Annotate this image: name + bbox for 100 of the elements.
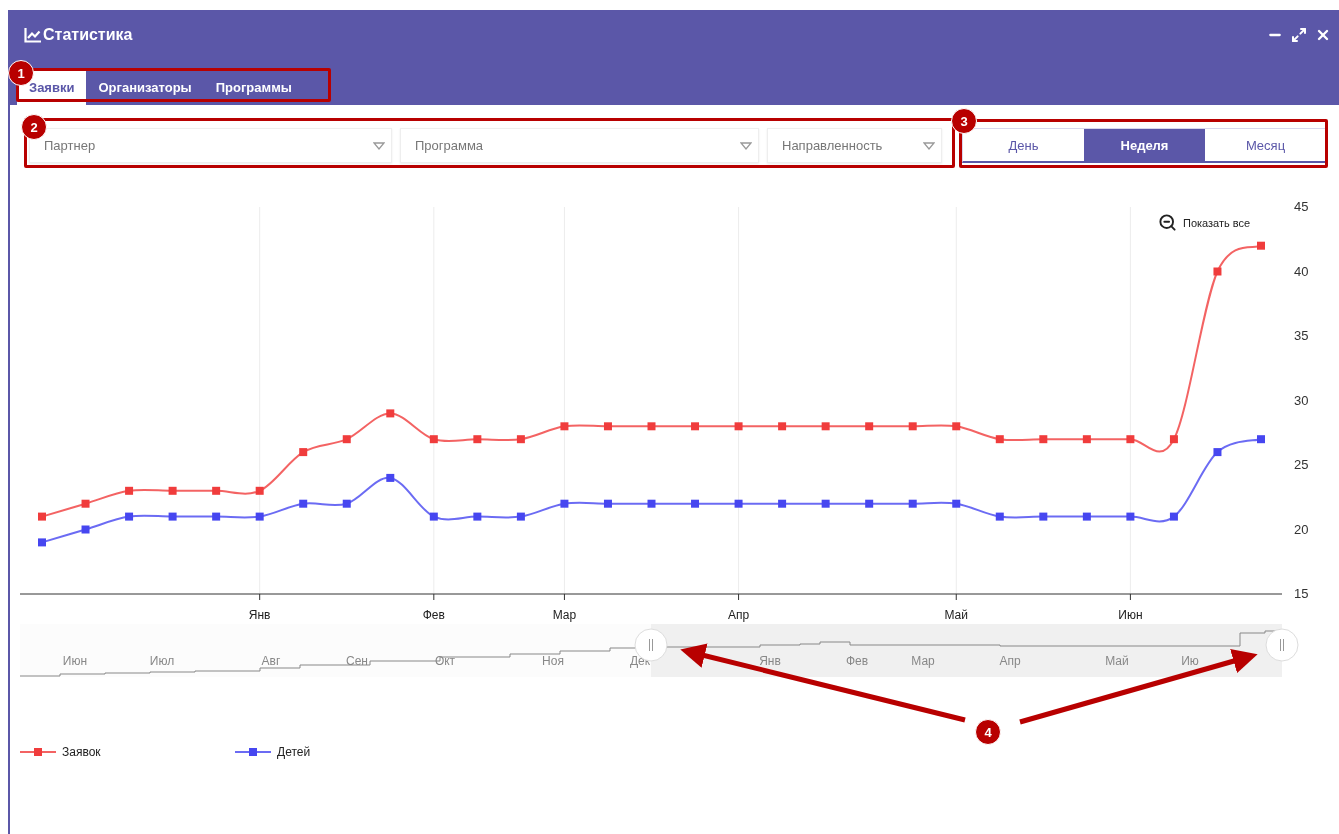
reset-zoom-button[interactable]: Показать все [1159,214,1251,231]
data-point [1082,435,1091,444]
data-point [81,499,90,508]
data-point [691,499,700,508]
dropdown-field[interactable]: Направленность [767,128,942,163]
data-point [952,499,961,508]
x-axis-label: Апр [728,608,750,622]
range-handle[interactable] [1265,628,1299,662]
navigator-label: Окт [434,654,456,668]
navigator-selection[interactable] [651,624,1282,677]
data-point [1039,512,1048,521]
y-axis-label: 15 [1294,586,1309,601]
data-point [125,486,134,495]
navigator-label: Авг [261,654,281,668]
data-point [865,499,874,508]
navigator-label: Ноя [542,654,564,668]
x-axis-label: Май [944,608,968,622]
tab[interactable]: Организаторы [86,70,204,105]
dropdown-arrow-icon[interactable] [373,141,385,150]
zoom-out-icon[interactable] [1158,213,1177,232]
callout-badge: 3 [951,108,977,134]
data-point [1126,435,1135,444]
navigator-label: Июн [62,654,88,668]
data-point [995,435,1004,444]
data-point [168,486,177,495]
data-point [212,486,221,495]
navigator-label: Фев [845,654,869,668]
data-point [516,512,525,521]
data-point [386,473,395,482]
y-axis-label: 45 [1294,199,1309,214]
y-axis-label: 25 [1294,457,1309,472]
y-axis-label: 35 [1294,328,1309,343]
data-point [1213,448,1222,457]
data-point [255,486,264,495]
data-point [952,422,961,431]
data-point [386,409,395,418]
callout-badge: 4 [975,719,1001,745]
data-point [125,512,134,521]
navigator-label: Май [1105,654,1129,668]
data-point [255,512,264,521]
navigator-label: Ию [1181,654,1199,668]
data-point [560,422,569,431]
data-point [647,499,656,508]
line-chart-icon [24,27,41,43]
callout-badge: 2 [21,114,47,140]
data-point [560,499,569,508]
data-point [473,512,482,521]
dropdown-arrow-icon[interactable] [740,141,752,150]
data-point [342,499,351,508]
data-point [38,538,46,547]
data-point [1126,512,1135,521]
reset-zoom-label[interactable]: Показать все [1183,216,1251,229]
data-point [342,435,351,444]
navigator-label: Апр [999,654,1021,668]
x-axis-label: Янв [248,608,271,622]
data-point [603,422,612,431]
data-point [734,499,743,508]
navigator-label: Июл [149,654,175,668]
y-axis-label: 30 [1294,392,1309,408]
data-point [473,435,482,444]
data-point [821,499,830,508]
data-point [908,499,917,508]
y-axis-label: 40 [1294,263,1309,279]
window-title: Статистика [43,26,134,45]
x-axis-label: Мар [552,608,577,622]
data-point [821,422,830,431]
data-point [778,422,787,431]
data-point [1169,512,1178,521]
data-point [647,422,656,431]
data-point [1213,267,1222,276]
data-point [908,422,917,431]
data-point [81,525,90,534]
data-point [299,499,308,508]
tab[interactable]: Программы [203,70,304,105]
data-point [429,435,438,444]
period-button[interactable]: Неделя [1084,129,1205,161]
data-point [38,512,46,521]
data-point [1257,435,1265,444]
navigator-label: Янв [759,654,781,668]
data-point [1169,435,1178,444]
data-point [212,512,221,521]
data-point [429,512,438,521]
navigator-label: Сен [346,654,368,668]
data-point [168,512,177,521]
data-point [995,512,1004,521]
data-point [1257,241,1265,250]
legend-label[interactable]: Детей [277,745,311,759]
data-point [778,499,787,508]
data-point [734,422,743,431]
data-point [516,435,525,444]
data-point [1082,512,1091,521]
data-point [603,499,612,508]
dropdown-arrow-icon[interactable] [923,141,935,150]
dropdown-field[interactable]: Программа [400,128,759,163]
data-point [299,448,308,457]
data-point [865,422,874,431]
data-point [1039,435,1048,444]
y-axis-label: 20 [1294,521,1309,537]
x-axis-label: Июн [1118,608,1143,622]
legend-label[interactable]: Заявок [62,745,101,759]
